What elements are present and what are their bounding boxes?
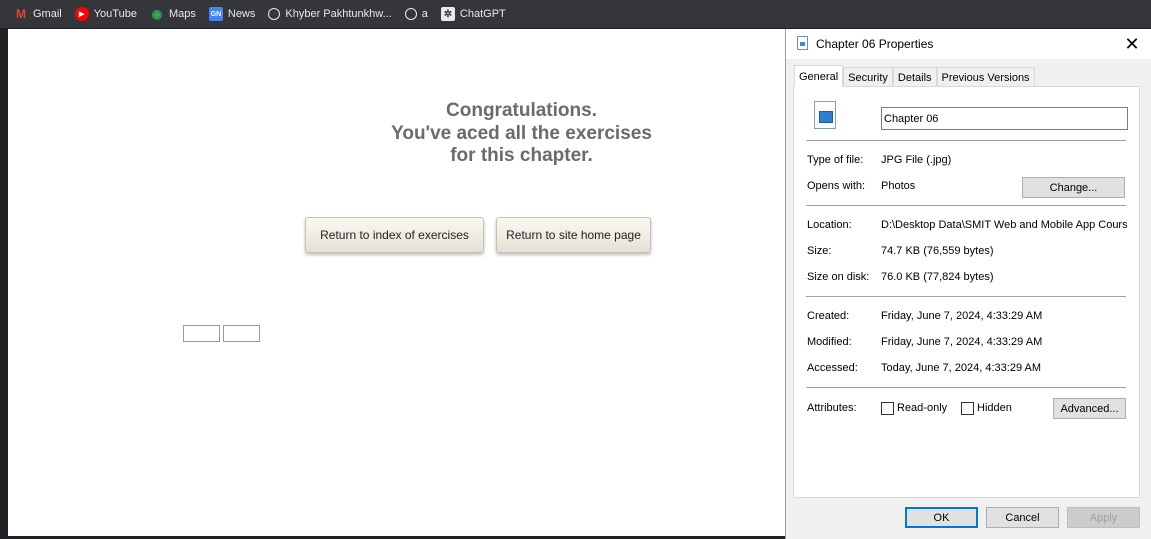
created-value: Friday, June 7, 2024, 4:33:29 AM (881, 310, 1043, 322)
return-home-button[interactable]: Return to site home page (496, 217, 651, 253)
apply-button[interactable]: Apply (1067, 507, 1140, 528)
type-label: Type of file: (807, 154, 864, 166)
tab-details[interactable]: Details (892, 67, 937, 87)
image-file-icon (797, 36, 808, 50)
accessed-value: Today, June 7, 2024, 4:33:29 AM (881, 362, 1042, 374)
bookmark-youtube[interactable]: ▶ YouTube (74, 3, 137, 25)
location-label: Location: (807, 219, 852, 231)
close-icon[interactable]: ✕ (1119, 31, 1145, 57)
maps-pin-icon: ◉ (151, 7, 163, 21)
globe-icon (268, 8, 281, 20)
tab-strip: General Security Details Previous Versio… (794, 65, 1035, 87)
bookmark-label: Khyber Pakhtunkhw... (285, 8, 392, 20)
modified-value: Friday, June 7, 2024, 4:33:29 AM (881, 336, 1043, 348)
bookmark-label: Maps (168, 8, 196, 20)
separator (806, 387, 1126, 388)
cancel-button[interactable]: Cancel (986, 507, 1059, 528)
size-label: Size: (807, 245, 832, 257)
bookmark-maps[interactable]: ◉ Maps (150, 3, 196, 25)
tab-previous-versions[interactable]: Previous Versions (936, 67, 1035, 87)
jpg-file-icon (814, 101, 836, 129)
opens-with-label: Opens with: (807, 180, 866, 192)
separator (806, 205, 1126, 206)
attributes-label: Attributes: (807, 402, 857, 414)
news-icon: GN (208, 7, 223, 21)
web-page: Congratulations. You've aced all the exe… (8, 29, 785, 536)
size-value: 74.7 KB (76,559 bytes) (881, 245, 994, 257)
readonly-label: Read-only (897, 402, 948, 414)
globe-icon (404, 8, 417, 20)
tab-security[interactable]: Security (843, 67, 893, 87)
bookmark-label: Gmail (33, 8, 62, 20)
empty-box[interactable] (183, 325, 220, 342)
dialog-title: Chapter 06 Properties (816, 37, 934, 51)
advanced-button[interactable]: Advanced... (1053, 398, 1126, 419)
readonly-checkbox[interactable] (881, 402, 894, 415)
bookmark-gmail[interactable]: M Gmail (14, 3, 62, 25)
chatgpt-icon: ✲ (440, 7, 455, 21)
separator (806, 296, 1126, 297)
bookmark-news[interactable]: GN News (208, 3, 256, 25)
bookmark-chatgpt[interactable]: ✲ ChatGPT (440, 3, 506, 25)
hidden-label: Hidden (977, 402, 1012, 414)
location-value: D:\Desktop Data\SMIT Web and Mobile App … (881, 219, 1128, 231)
opens-with-value: Photos (881, 180, 916, 192)
change-button[interactable]: Change... (1022, 177, 1125, 198)
dialog-titlebar[interactable]: Chapter 06 Properties ✕ (786, 29, 1151, 59)
created-label: Created: (807, 310, 850, 322)
youtube-icon: ▶ (74, 7, 89, 21)
empty-box[interactable] (223, 325, 260, 342)
general-tab-panel: Type of file: JPG File (.jpg) Opens with… (793, 86, 1140, 498)
properties-dialog: Chapter 06 Properties ✕ General Security… (785, 29, 1151, 539)
bookmark-label: ChatGPT (459, 8, 506, 20)
size-on-disk-value: 76.0 KB (77,824 bytes) (881, 271, 994, 283)
bookmark-khyber[interactable]: Khyber Pakhtunkhw... (268, 3, 392, 25)
hidden-checkbox[interactable] (961, 402, 974, 415)
gmail-icon: M (16, 7, 26, 21)
modified-label: Modified: (807, 336, 852, 348)
bookmark-label: News (227, 8, 256, 20)
size-on-disk-label: Size on disk: (807, 271, 870, 283)
tab-general[interactable]: General (794, 65, 844, 87)
separator (806, 140, 1126, 141)
return-index-button[interactable]: Return to index of exercises (305, 217, 484, 253)
bookmark-a[interactable]: a (404, 3, 428, 25)
bookmark-label: YouTube (93, 8, 137, 20)
bookmark-label: a (421, 8, 428, 20)
accessed-label: Accessed: (807, 362, 858, 374)
bookmarks-bar: M Gmail ▶ YouTube ◉ Maps GN News Khyber … (0, 0, 1151, 28)
file-name-input[interactable] (881, 107, 1128, 130)
type-value: JPG File (.jpg) (881, 154, 952, 166)
ok-button[interactable]: OK (905, 507, 978, 528)
